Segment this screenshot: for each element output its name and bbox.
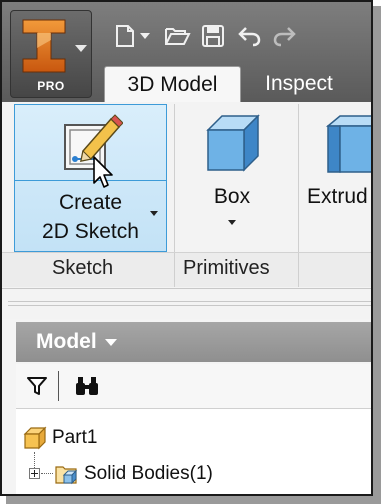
- panel-separator: [174, 253, 175, 287]
- box-dropdown-icon[interactable]: [228, 220, 236, 225]
- create-2d-sketch-button[interactable]: Create 2D Sketch: [14, 104, 167, 252]
- split-divider: [15, 180, 166, 181]
- browser-toolbar: [16, 364, 371, 409]
- part-icon: [23, 426, 47, 450]
- app-window: PRO 3D Model Inspect Create 2D Sketch Bo…: [0, 0, 373, 496]
- title-bar: PRO 3D Model Inspect: [2, 2, 371, 102]
- model-tree: Part1 Solid Bodies(1): [16, 409, 371, 494]
- browser-menu-caret-icon: [104, 338, 117, 346]
- splitter-line: [8, 305, 371, 306]
- new-icon: [116, 25, 134, 47]
- tree-item-part1[interactable]: Part1: [22, 425, 222, 453]
- new-dropdown-icon: [140, 33, 150, 39]
- redo-button[interactable]: [270, 22, 300, 50]
- box-label: Box: [213, 185, 251, 208]
- open-button[interactable]: [162, 22, 192, 50]
- box-icon: [206, 114, 260, 172]
- browser-header[interactable]: Model: [16, 322, 371, 362]
- browser-title: Model: [36, 330, 97, 353]
- edition-badge: PRO: [37, 79, 65, 93]
- ribbon-panel-titles: Sketch Primitives: [2, 252, 371, 287]
- ribbon-splitter[interactable]: [2, 289, 371, 319]
- application-menu-button[interactable]: PRO: [10, 10, 92, 98]
- expand-plus-icon[interactable]: [29, 468, 40, 479]
- redo-icon: [273, 27, 296, 47]
- solid-bodies-folder-icon: [55, 466, 78, 485]
- box-button[interactable]: [182, 104, 282, 250]
- panel-separator: [298, 253, 299, 287]
- filter-icon[interactable]: [26, 375, 48, 397]
- create-sketch-dropdown-icon[interactable]: [150, 211, 158, 216]
- tree-item-label: Solid Bodies(1): [84, 463, 213, 484]
- tree-item-solid-bodies[interactable]: Solid Bodies(1): [22, 461, 282, 489]
- undo-button[interactable]: [234, 22, 264, 50]
- extrude-label: Extrud: [307, 185, 368, 208]
- extrude-icon: [325, 115, 371, 173]
- panel-title-sketch: Sketch: [52, 257, 114, 279]
- app-menu-caret-icon: [75, 45, 87, 52]
- ribbon: Create 2D Sketch Box Extrud Sketch Primi…: [2, 102, 371, 289]
- tab-3d-model[interactable]: 3D Model: [104, 66, 241, 102]
- open-icon: [165, 28, 191, 45]
- splitter-line: [8, 301, 371, 302]
- tab-inspect[interactable]: Inspect: [250, 66, 348, 102]
- tree-item-label: Part1: [52, 427, 98, 448]
- save-icon: [202, 25, 224, 47]
- mouse-cursor-icon: [93, 156, 113, 188]
- frame-shadow: [6, 496, 381, 504]
- save-button[interactable]: [198, 22, 228, 50]
- extrude-button[interactable]: [302, 104, 371, 250]
- frame-shadow: [373, 6, 381, 504]
- tree-branch-line: [41, 473, 53, 474]
- create-sketch-label: Create 2D Sketch: [42, 191, 139, 243]
- new-dropdown-button[interactable]: [136, 22, 154, 50]
- undo-icon: [238, 27, 261, 47]
- find-binoculars-icon[interactable]: [74, 375, 100, 397]
- toolbar-separator: [58, 371, 59, 401]
- inventor-i-logo-icon: [22, 19, 66, 73]
- panel-title-primitives: Primitives: [183, 257, 270, 279]
